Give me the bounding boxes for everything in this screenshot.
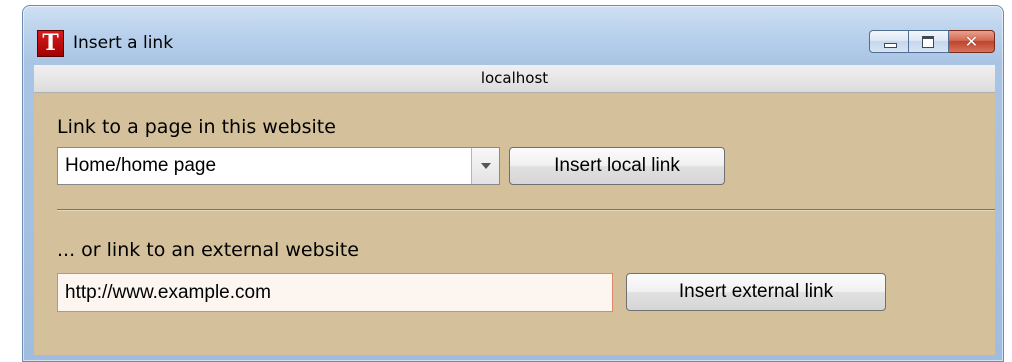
external-link-heading: ... or link to an external website: [57, 239, 359, 261]
local-link-heading: Link to a page in this website: [57, 116, 336, 138]
external-url-input[interactable]: http://www.example.com: [57, 273, 613, 312]
close-icon: ✕: [964, 32, 979, 51]
page-select[interactable]: Home/home page: [57, 147, 500, 185]
title-bar[interactable]: T Insert a link ✕: [23, 6, 1003, 64]
page-select-value: Home/home page: [65, 155, 217, 176]
window-title: Insert a link: [73, 33, 174, 53]
insert-external-link-button[interactable]: Insert external link: [626, 273, 886, 311]
caption-buttons: ✕: [869, 30, 995, 53]
maximize-button[interactable]: [909, 30, 949, 53]
minimize-button[interactable]: [869, 30, 909, 53]
close-button[interactable]: ✕: [949, 30, 995, 53]
chevron-down-icon[interactable]: [471, 148, 499, 184]
dialog-content: Link to a page in this website Home/home…: [34, 93, 995, 355]
dialog-window: T Insert a link ✕ localhost Link to a pa…: [22, 5, 1004, 362]
minimize-icon: [884, 43, 897, 48]
section-divider: [57, 209, 995, 211]
maximize-icon: [922, 36, 934, 48]
app-icon: T: [37, 30, 64, 57]
insert-local-link-button[interactable]: Insert local link: [509, 147, 725, 185]
host-bar: localhost: [34, 65, 995, 93]
